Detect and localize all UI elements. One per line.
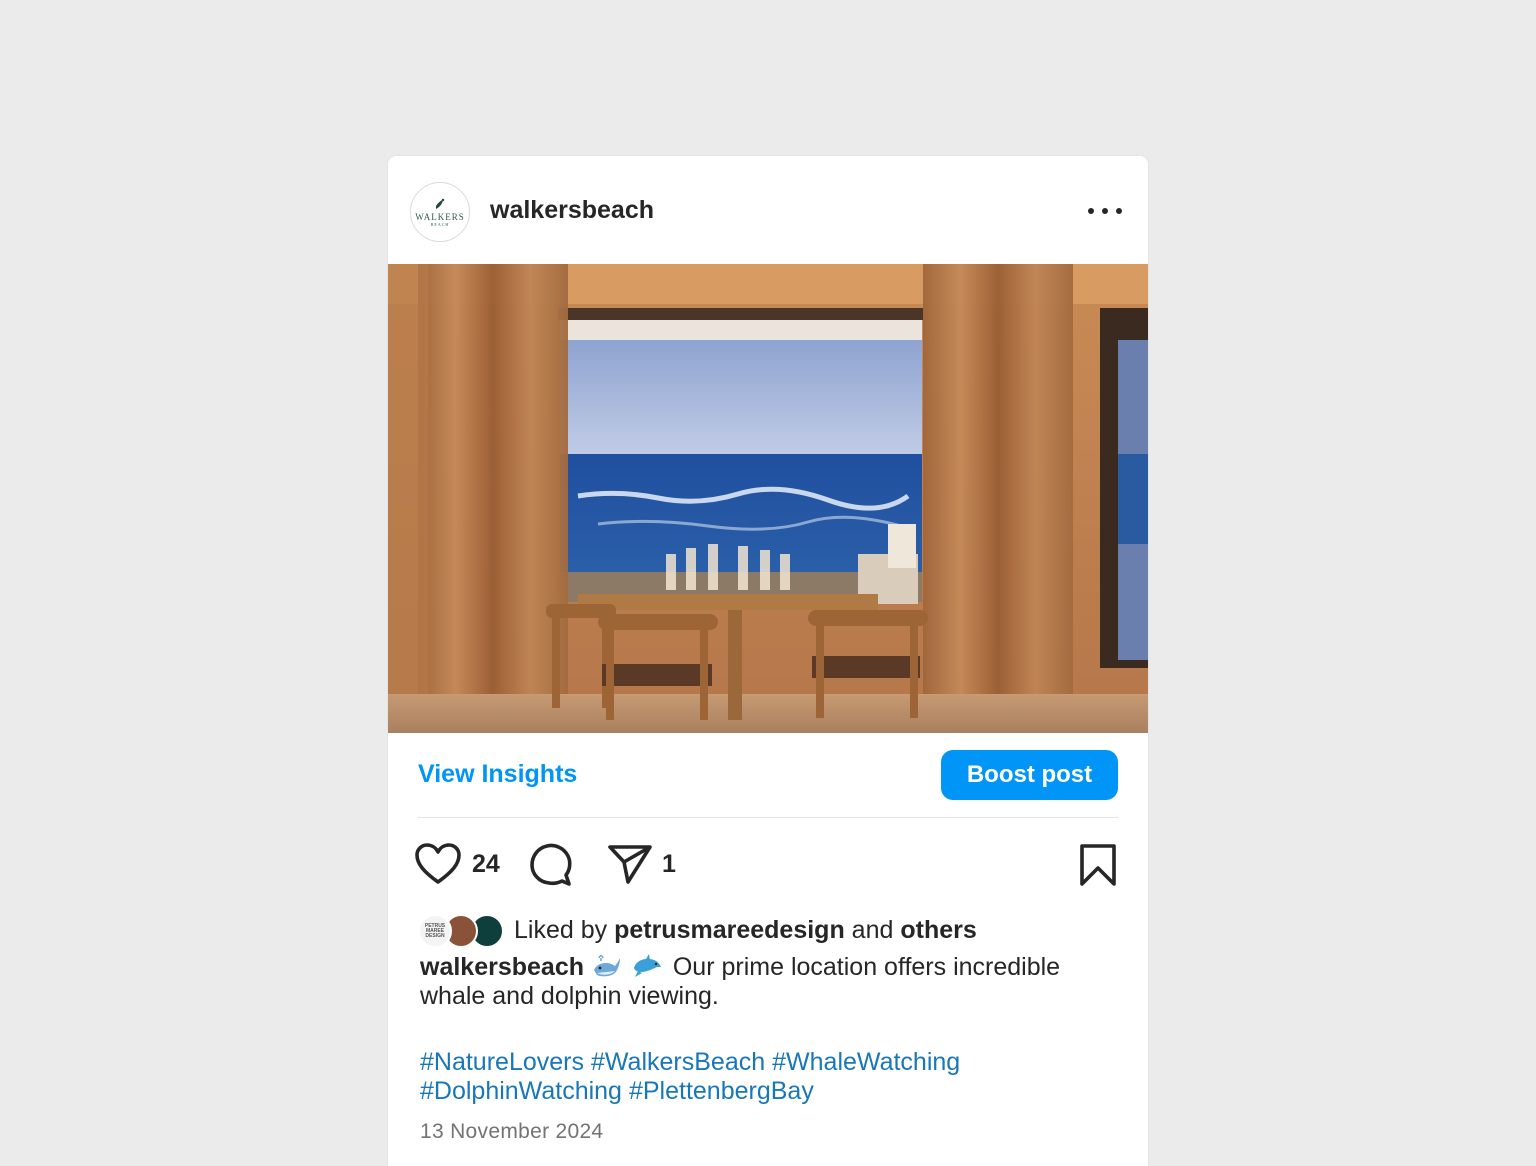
hashtag-link[interactable]: #WalkersBeach bbox=[591, 1048, 765, 1076]
liked-by-user[interactable]: petrusmareedesign bbox=[614, 916, 845, 944]
boost-post-button[interactable]: Boost post bbox=[941, 750, 1118, 800]
dining-room-sea-view-image bbox=[388, 264, 1148, 733]
post-username[interactable]: walkersbeach bbox=[490, 196, 654, 225]
caption-username[interactable]: walkersbeach bbox=[420, 953, 584, 981]
view-insights-link[interactable]: View Insights bbox=[418, 760, 577, 789]
liked-by-text: Liked by petrusmareedesign and others bbox=[514, 916, 977, 945]
avatar-brand-text: WALKERS bbox=[415, 212, 465, 222]
instagram-post-card: WALKERS BEACH walkersbeach View Insights… bbox=[388, 156, 1148, 1166]
hashtag-link[interactable]: #WhaleWatching bbox=[772, 1048, 960, 1076]
post-header: WALKERS BEACH walkersbeach bbox=[388, 156, 1148, 264]
liked-by-avatars[interactable]: PETRUS MAREE DESIGN bbox=[418, 914, 508, 950]
avatar-brand-subtext: BEACH bbox=[430, 222, 450, 227]
share-icon[interactable] bbox=[606, 842, 654, 886]
comment-icon[interactable] bbox=[528, 842, 574, 888]
liked-by-connector: and bbox=[851, 916, 894, 944]
avatar: PETRUS MAREE DESIGN bbox=[418, 914, 452, 948]
profile-avatar[interactable]: WALKERS BEACH bbox=[410, 182, 470, 242]
post-caption: walkersbeach Our prime location offers i… bbox=[420, 952, 1120, 1011]
liked-by-others[interactable]: others bbox=[900, 916, 976, 944]
more-horizontal-icon[interactable] bbox=[1088, 198, 1122, 224]
whale-emoji-icon bbox=[593, 954, 620, 977]
hashtag-link[interactable]: #DolphinWatching bbox=[420, 1077, 622, 1105]
hashtags: #NatureLovers #WalkersBeach #WhaleWatching… bbox=[420, 1048, 1120, 1106]
divider bbox=[418, 817, 1118, 818]
share-count: 1 bbox=[662, 850, 676, 878]
liked-by-prefix: Liked by bbox=[514, 916, 608, 944]
like-count: 24 bbox=[472, 850, 500, 878]
dolphin-emoji-icon bbox=[633, 954, 661, 977]
post-date: 13 November 2024 bbox=[420, 1120, 604, 1143]
hashtag-link[interactable]: #PlettenbergBay bbox=[629, 1077, 814, 1105]
bookmark-icon[interactable] bbox=[1078, 842, 1118, 888]
heart-icon[interactable] bbox=[414, 842, 462, 886]
bird-logo-icon bbox=[436, 198, 445, 209]
post-image[interactable] bbox=[388, 264, 1148, 733]
hashtag-link[interactable]: #NatureLovers bbox=[420, 1048, 584, 1076]
